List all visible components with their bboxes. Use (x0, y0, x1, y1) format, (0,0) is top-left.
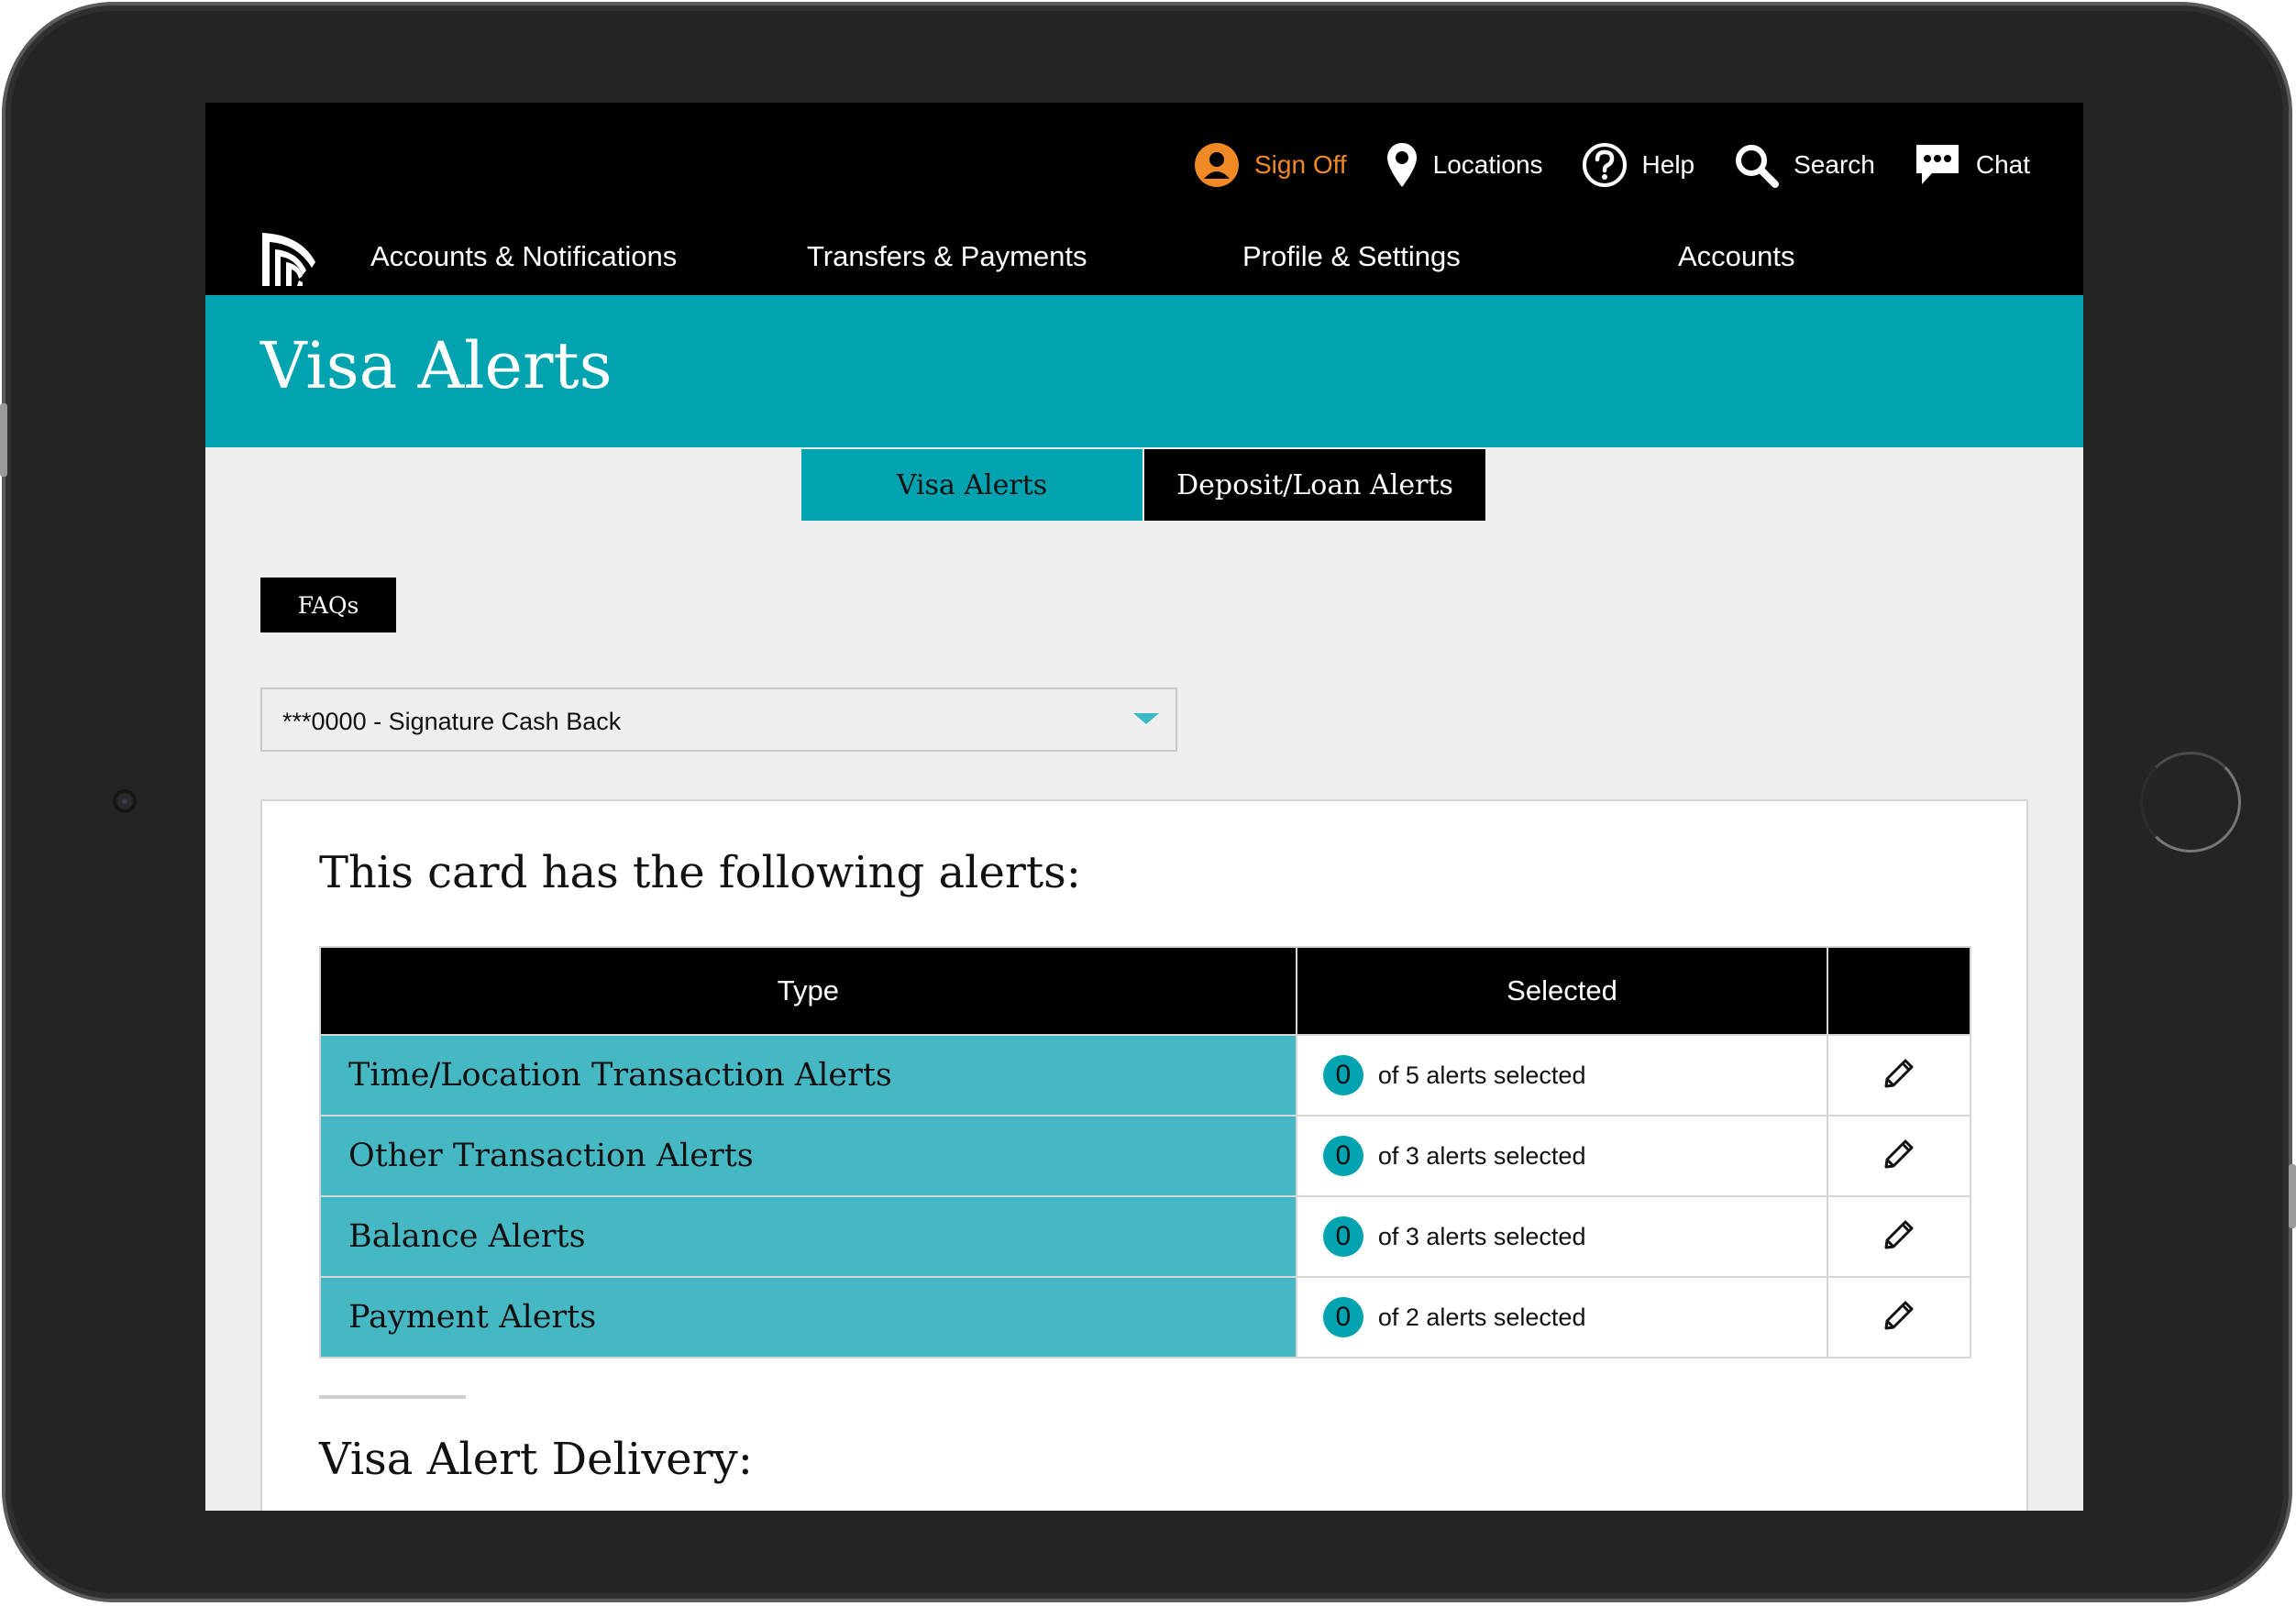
alerts-heading: This card has the following alerts: (319, 847, 1081, 898)
selected-count-text: of 3 alerts selected (1377, 1141, 1586, 1170)
home-button[interactable] (2140, 752, 2241, 852)
alert-selected-cell: 0 of 3 alerts selected (1295, 1115, 1829, 1197)
header: Sign Off Locations Help Search Chat Acco… (205, 103, 2083, 295)
alert-selected-cell: 0 of 2 alerts selected (1295, 1276, 1829, 1358)
front-camera (113, 789, 137, 813)
chat-label: Chat (1975, 150, 2030, 179)
edit-cell (1827, 1276, 1971, 1358)
screen: Sign Off Locations Help Search Chat Acco… (205, 103, 2083, 1511)
selected-count-badge: 0 (1322, 1136, 1363, 1176)
search-label: Search (1794, 150, 1875, 179)
selected-count-text: of 5 alerts selected (1377, 1061, 1586, 1089)
section-divider (319, 1395, 466, 1399)
selected-count-badge: 0 (1322, 1297, 1363, 1337)
alert-selected-cell: 0 of 5 alerts selected (1295, 1034, 1829, 1116)
volume-down-button (2289, 1164, 2296, 1228)
page-title: Visa Alerts (260, 328, 613, 403)
edit-pencil-icon[interactable] (1882, 1220, 1915, 1255)
chat-link[interactable]: Chat (1914, 142, 2030, 188)
tab-visa-alerts[interactable]: Visa Alerts (801, 449, 1142, 521)
selected-count-text: of 3 alerts selected (1377, 1222, 1586, 1250)
alert-type-cell: Time/Location Transaction Alerts (319, 1034, 1297, 1116)
nav-accounts-notifications[interactable]: Accounts & Notifications (370, 240, 677, 273)
locations-link[interactable]: Locations (1385, 141, 1543, 189)
edit-cell (1827, 1034, 1971, 1116)
edit-cell (1827, 1195, 1971, 1278)
column-header-edit (1827, 946, 1971, 1036)
tab-deposit-loan-alerts[interactable]: Deposit/Loan Alerts (1144, 449, 1485, 521)
alert-selected-cell: 0 of 3 alerts selected (1295, 1195, 1829, 1278)
alert-type-cell: Other Transaction Alerts (319, 1115, 1297, 1197)
nav-transfers-payments[interactable]: Transfers & Payments (807, 240, 1087, 273)
alert-type-cell: Balance Alerts (319, 1195, 1297, 1278)
utility-nav: Sign Off Locations Help Search Chat (1155, 138, 2030, 192)
table-header-row: Type Selected (319, 946, 1971, 1036)
selected-count-badge: 0 (1322, 1055, 1363, 1095)
column-header-selected: Selected (1295, 946, 1829, 1036)
selected-count-badge: 0 (1322, 1216, 1363, 1257)
map-pin-icon (1385, 141, 1418, 189)
alerts-card: This card has the following alerts: Type… (260, 799, 2028, 1511)
search-icon (1733, 142, 1780, 188)
user-icon (1194, 142, 1240, 188)
volume-up-button (0, 403, 7, 477)
nav-profile-settings[interactable]: Profile & Settings (1242, 240, 1461, 273)
bank-logo-icon[interactable] (260, 231, 317, 292)
main-nav: Accounts & Notifications Transfers & Pay… (205, 222, 2083, 288)
faqs-button[interactable]: FAQs (260, 578, 396, 632)
locations-label: Locations (1432, 150, 1543, 179)
chevron-down-icon (1133, 713, 1159, 724)
alerts-table: Type Selected Time/Location Transaction … (319, 946, 1971, 1358)
alert-type-cell: Payment Alerts (319, 1276, 1297, 1358)
chat-icon (1914, 142, 1961, 188)
nav-accounts[interactable]: Accounts (1678, 240, 1795, 273)
help-icon (1582, 142, 1628, 188)
help-link[interactable]: Help (1582, 142, 1695, 188)
table-row: Balance Alerts 0 of 3 alerts selected (319, 1195, 1971, 1278)
table-row: Other Transaction Alerts 0 of 3 alerts se… (319, 1115, 1971, 1197)
alert-tabs: Visa Alerts Deposit/Loan Alerts (801, 449, 1485, 521)
edit-pencil-icon[interactable] (1882, 1139, 1915, 1174)
selected-count-text: of 2 alerts selected (1377, 1303, 1586, 1331)
card-select-value: ***0000 - Signature Cash Back (282, 708, 622, 735)
card-select[interactable]: ***0000 - Signature Cash Back (260, 688, 1177, 752)
search-link[interactable]: Search (1733, 142, 1875, 188)
column-header-type: Type (319, 946, 1297, 1036)
table-row: Payment Alerts 0 of 2 alerts selected (319, 1276, 1971, 1358)
sign-off-link[interactable]: Sign Off (1194, 142, 1347, 188)
table-row: Time/Location Transaction Alerts 0 of 5 a… (319, 1034, 1971, 1116)
help-label: Help (1641, 150, 1695, 179)
edit-pencil-icon[interactable] (1882, 1059, 1915, 1094)
edit-pencil-icon[interactable] (1882, 1301, 1915, 1336)
sign-off-label: Sign Off (1254, 150, 1347, 179)
delivery-heading: Visa Alert Delivery: (319, 1434, 753, 1485)
edit-cell (1827, 1115, 1971, 1197)
page-banner: Visa Alerts (205, 295, 2083, 447)
